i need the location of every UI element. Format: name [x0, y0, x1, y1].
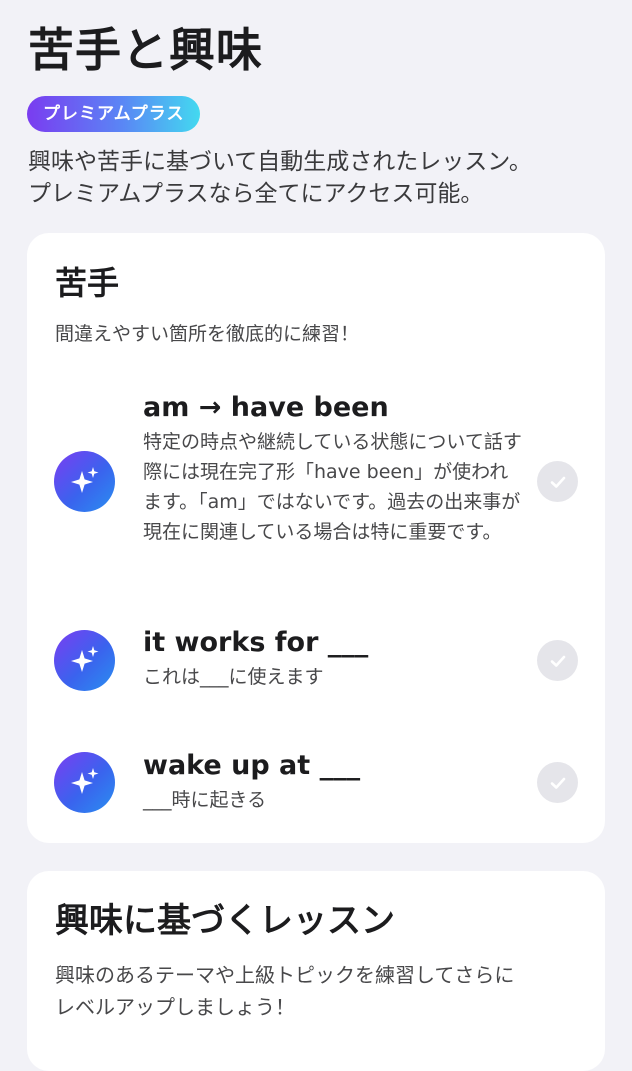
lesson-item-wake-up-at[interactable]: wake up at ___ ___時に起きる	[27, 749, 605, 819]
lesson-description: これは___に使えます	[143, 666, 324, 688]
interest-section-description: 興味のあるテーマや上級トピックを練習してさらに レベルアップしましょう！	[55, 963, 515, 1019]
intro-text: 興味や苦手に基づいて自動生成されたレッスン。 プレミアムプラスなら全てにアクセス…	[28, 149, 532, 207]
sparkles-icon	[54, 630, 115, 691]
lesson-description: 特定の時点や継続している状態について話す際には現在完了形「have been」が…	[143, 431, 522, 543]
weak-section-title: 苦手	[55, 264, 120, 302]
sparkles-icon	[54, 752, 115, 813]
page-title: 苦手と興味	[28, 23, 263, 77]
lesson-item-am-have-been[interactable]: am → have been 特定の時点や継続している状態について話す際には現在…	[27, 391, 605, 581]
sparkles-icon	[54, 451, 115, 512]
lesson-item-it-works-for[interactable]: it works for ___ これは___に使えます	[27, 626, 605, 696]
lesson-title: am → have been	[143, 392, 389, 423]
interest-lessons-card[interactable]: 興味に基づくレッスン 興味のあるテーマや上級トピックを練習してさらに レベルアッ…	[27, 871, 605, 1071]
check-icon[interactable]	[537, 461, 578, 502]
weak-section-description: 間違えやすい箇所を徹底的に練習！	[55, 323, 360, 345]
check-icon[interactable]	[537, 762, 578, 803]
interest-section-title: 興味に基づくレッスン	[55, 901, 395, 941]
weak-points-card: 苦手 間違えやすい箇所を徹底的に練習！ am → have been 特定の時点…	[27, 233, 605, 843]
lesson-title: wake up at ___	[143, 750, 361, 781]
lesson-title: it works for ___	[143, 627, 369, 658]
premium-plus-badge: プレミアムプラス	[27, 96, 201, 132]
check-icon[interactable]	[537, 640, 578, 681]
lesson-description: ___時に起きる	[143, 789, 267, 811]
